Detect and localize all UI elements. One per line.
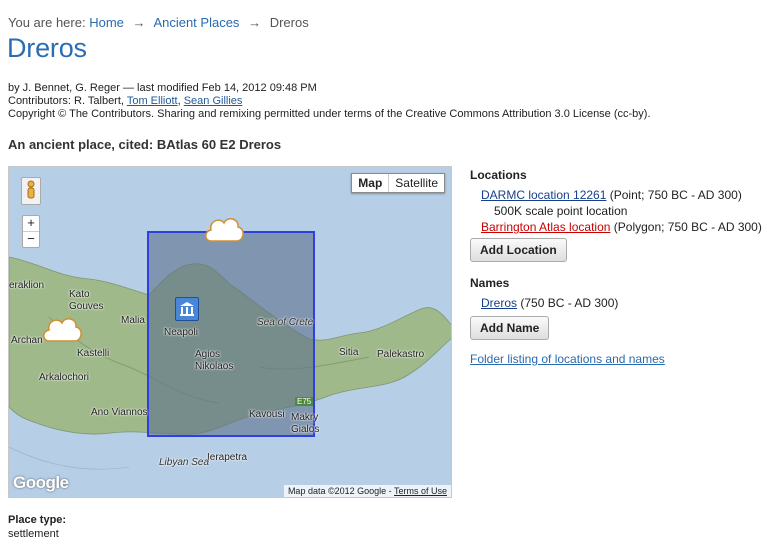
map-attribution: Map data ©2012 Google - Terms of Use [283,485,451,497]
cloud-icon [205,218,244,242]
google-logo: Google [13,473,69,492]
terms-of-use-link[interactable]: Terms of Use [394,486,447,496]
map-label-sitia: Sitia [339,347,359,358]
breadcrumb-current: Dreros [269,15,309,30]
names-heading: Names [470,276,510,290]
cloud-icon [43,318,82,342]
map-label-malia: Malia [121,315,145,326]
contributor-link-sean-gillies[interactable]: Sean Gillies [184,95,243,107]
breadcrumb-prefix: You are here: [8,15,86,30]
location-note: 500K scale point location [494,204,628,218]
location-link-darmc[interactable]: DARMC location 12261 [481,188,606,202]
map-type-satellite-button[interactable]: Satellite [389,174,444,192]
map-label-arkalochori: Arkalochori [39,372,90,383]
byline: by J. Bennet, G. Reger — last modified F… [8,82,317,94]
place-marker-icon[interactable] [175,297,199,321]
map-type-control: Map Satellite [351,173,445,193]
side-panel: Locations DARMC location 12261 (Point; 7… [470,168,765,366]
locations-heading: Locations [470,168,527,182]
contributor-link-tom-elliott[interactable]: Tom Elliott [127,95,178,107]
map-label-ierapetra: Ierapetra [207,452,248,463]
breadcrumb-arrow-icon: → [132,15,146,30]
breadcrumb: You are here: Home → Ancient Places → Dr… [8,15,309,30]
map-label-kastelli: Kastelli [77,348,110,359]
zoom-control: + − [22,215,40,248]
map-label-makry-gialos: Makry Gialos [291,412,320,435]
add-name-button[interactable]: Add Name [470,316,550,340]
location-link-barrington[interactable]: Barrington Atlas location [481,220,610,234]
folder-listing-link[interactable]: Folder listing of locations and names [470,352,665,366]
map-label-sea-of-crete: Sea of Crete [257,317,314,328]
map-label-agios-nikolaos: Agios Nikolaos [195,349,234,372]
contributors: Contributors: R. Talbert, Tom Elliott, S… [8,95,243,107]
place-type-value: settlement [8,528,59,540]
add-location-button[interactable]: Add Location [470,238,567,262]
page-title: Dreros [7,33,87,63]
place-subtitle: An ancient place, cited: BAtlas 60 E2 Dr… [8,137,282,152]
zoom-out-button[interactable]: − [23,232,39,247]
map-label-kavousi: Kavousi [249,409,285,420]
name-detail: (750 BC - AD 300) [520,296,619,310]
location-detail: (Point; 750 BC - AD 300) [609,188,742,202]
map-type-map-button[interactable]: Map [352,174,390,192]
map-label-e75: E75 [295,397,314,406]
location-detail: (Polygon; 750 BC - AD 300) [613,220,762,234]
map-attribution-text: Map data ©2012 Google - [287,486,392,496]
map-label-neapoli: Neapoli [164,327,198,338]
copyright: Copyright © The Contributors. Sharing an… [8,108,651,120]
pegman-icon[interactable] [21,177,41,205]
map-label-heraklion: eraklion [9,280,45,291]
map-label-palekastro: Palekastro [377,349,425,360]
map-label-kato-gouves: Kato Gouves [69,289,104,312]
document-meta: by J. Bennet, G. Reger — last modified F… [8,82,651,121]
location-item: Barrington Atlas location (Polygon; 750 … [470,219,765,235]
zoom-in-button[interactable]: + [23,216,39,232]
name-link-dreros[interactable]: Dreros [481,296,517,310]
place-type-label: Place type: [8,514,67,526]
breadcrumb-home-link[interactable]: Home [89,15,124,30]
contributors-prefix: Contributors: R. Talbert, [8,95,124,107]
map-label-archan: Archan [11,335,43,346]
map-widget[interactable]: + − Map Satellite eraklion Kato Gouves M… [8,166,452,498]
location-item: DARMC location 12261 (Point; 750 BC - AD… [470,187,765,203]
map-label-ano-viannos: Ano Viannos [91,407,148,418]
breadcrumb-arrow-icon: → [248,15,262,30]
breadcrumb-ancient-places-link[interactable]: Ancient Places [153,15,239,30]
map-label-libyan-sea: Libyan Sea [159,457,210,468]
name-item: Dreros (750 BC - AD 300) [470,295,765,311]
